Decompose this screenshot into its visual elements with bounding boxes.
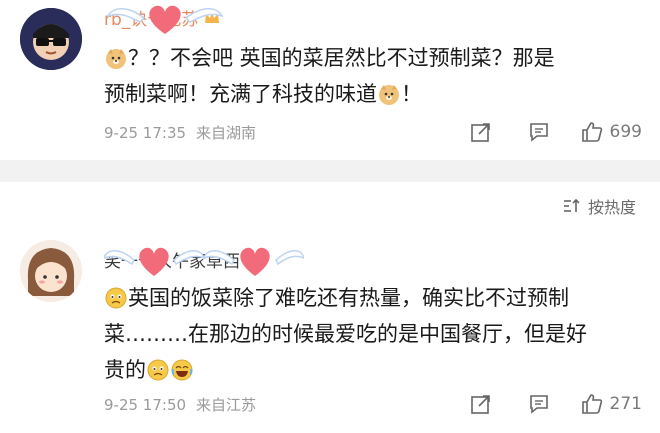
winged-heart-sticker-icon	[106, 5, 224, 34]
like-button[interactable]: 271	[580, 390, 642, 418]
timestamp: 9-25 17:35	[104, 123, 187, 142]
sort-icon	[563, 198, 580, 212]
share-icon	[470, 123, 490, 142]
like-icon	[581, 394, 602, 414]
location: 来自湖南	[196, 124, 257, 142]
like-icon	[581, 122, 602, 142]
comment-text-part: ！	[401, 82, 422, 106]
doge-emoji	[378, 80, 400, 105]
sort-by-hot-button[interactable]: 按热度	[562, 194, 636, 218]
share-button[interactable]	[452, 390, 510, 418]
winged-heart-sticker-icon	[104, 247, 304, 276]
comment-text: ？？不会吧 英国的菜居然比不过预制菜？那是 预制菜啊！充满了科技的味道！	[104, 40, 634, 112]
share-icon	[470, 395, 490, 414]
avatar-glasses-icon	[20, 8, 82, 70]
sad-emoji	[105, 284, 127, 309]
comment-1: rb_诀十色苏 ？？不会吧 英国的菜居然比不过预制菜？那是 预制菜啊！充满了科技…	[0, 0, 660, 160]
location: 来自江苏	[196, 396, 257, 414]
section-divider	[0, 160, 660, 182]
timestamp: 9-25 17:50	[104, 395, 187, 414]
comment-text: 英国的饭菜除了难吃还有热量，确实比不过预制 菜………在那边的时候最爱吃的是中国餐…	[104, 280, 634, 388]
sort-label: 按热度	[587, 198, 636, 217]
doge-emoji	[105, 44, 127, 69]
share-button[interactable]	[452, 118, 510, 146]
comment-meta: 9-25 17:35 来自湖南	[104, 122, 256, 143]
comment-text-part: ？？不会吧 英国的菜居然比不过预制菜？那是 预制菜啊！充满了科技的味道	[104, 46, 555, 106]
avatar[interactable]	[20, 8, 82, 70]
comment-meta: 9-25 17:50 来自江苏	[104, 394, 256, 415]
avatar[interactable]	[20, 240, 82, 302]
comment-2: 笑一个人午家草西 英国的饭菜除了难吃还有热量，确实比不过预制 菜………在那边的时…	[0, 232, 660, 433]
avatar-girl-icon	[20, 240, 82, 302]
comment-actions: 271	[452, 390, 642, 418]
like-button[interactable]: 699	[580, 118, 642, 146]
comment-icon	[529, 123, 548, 142]
sad-emoji	[147, 356, 169, 381]
comment-button[interactable]	[510, 118, 568, 146]
comment-button[interactable]	[510, 390, 568, 418]
laugh-emoji	[171, 356, 193, 381]
like-count: 271	[609, 394, 642, 414]
comment-actions: 699	[452, 118, 642, 146]
comment-icon	[529, 395, 548, 414]
like-count: 699	[609, 122, 642, 142]
